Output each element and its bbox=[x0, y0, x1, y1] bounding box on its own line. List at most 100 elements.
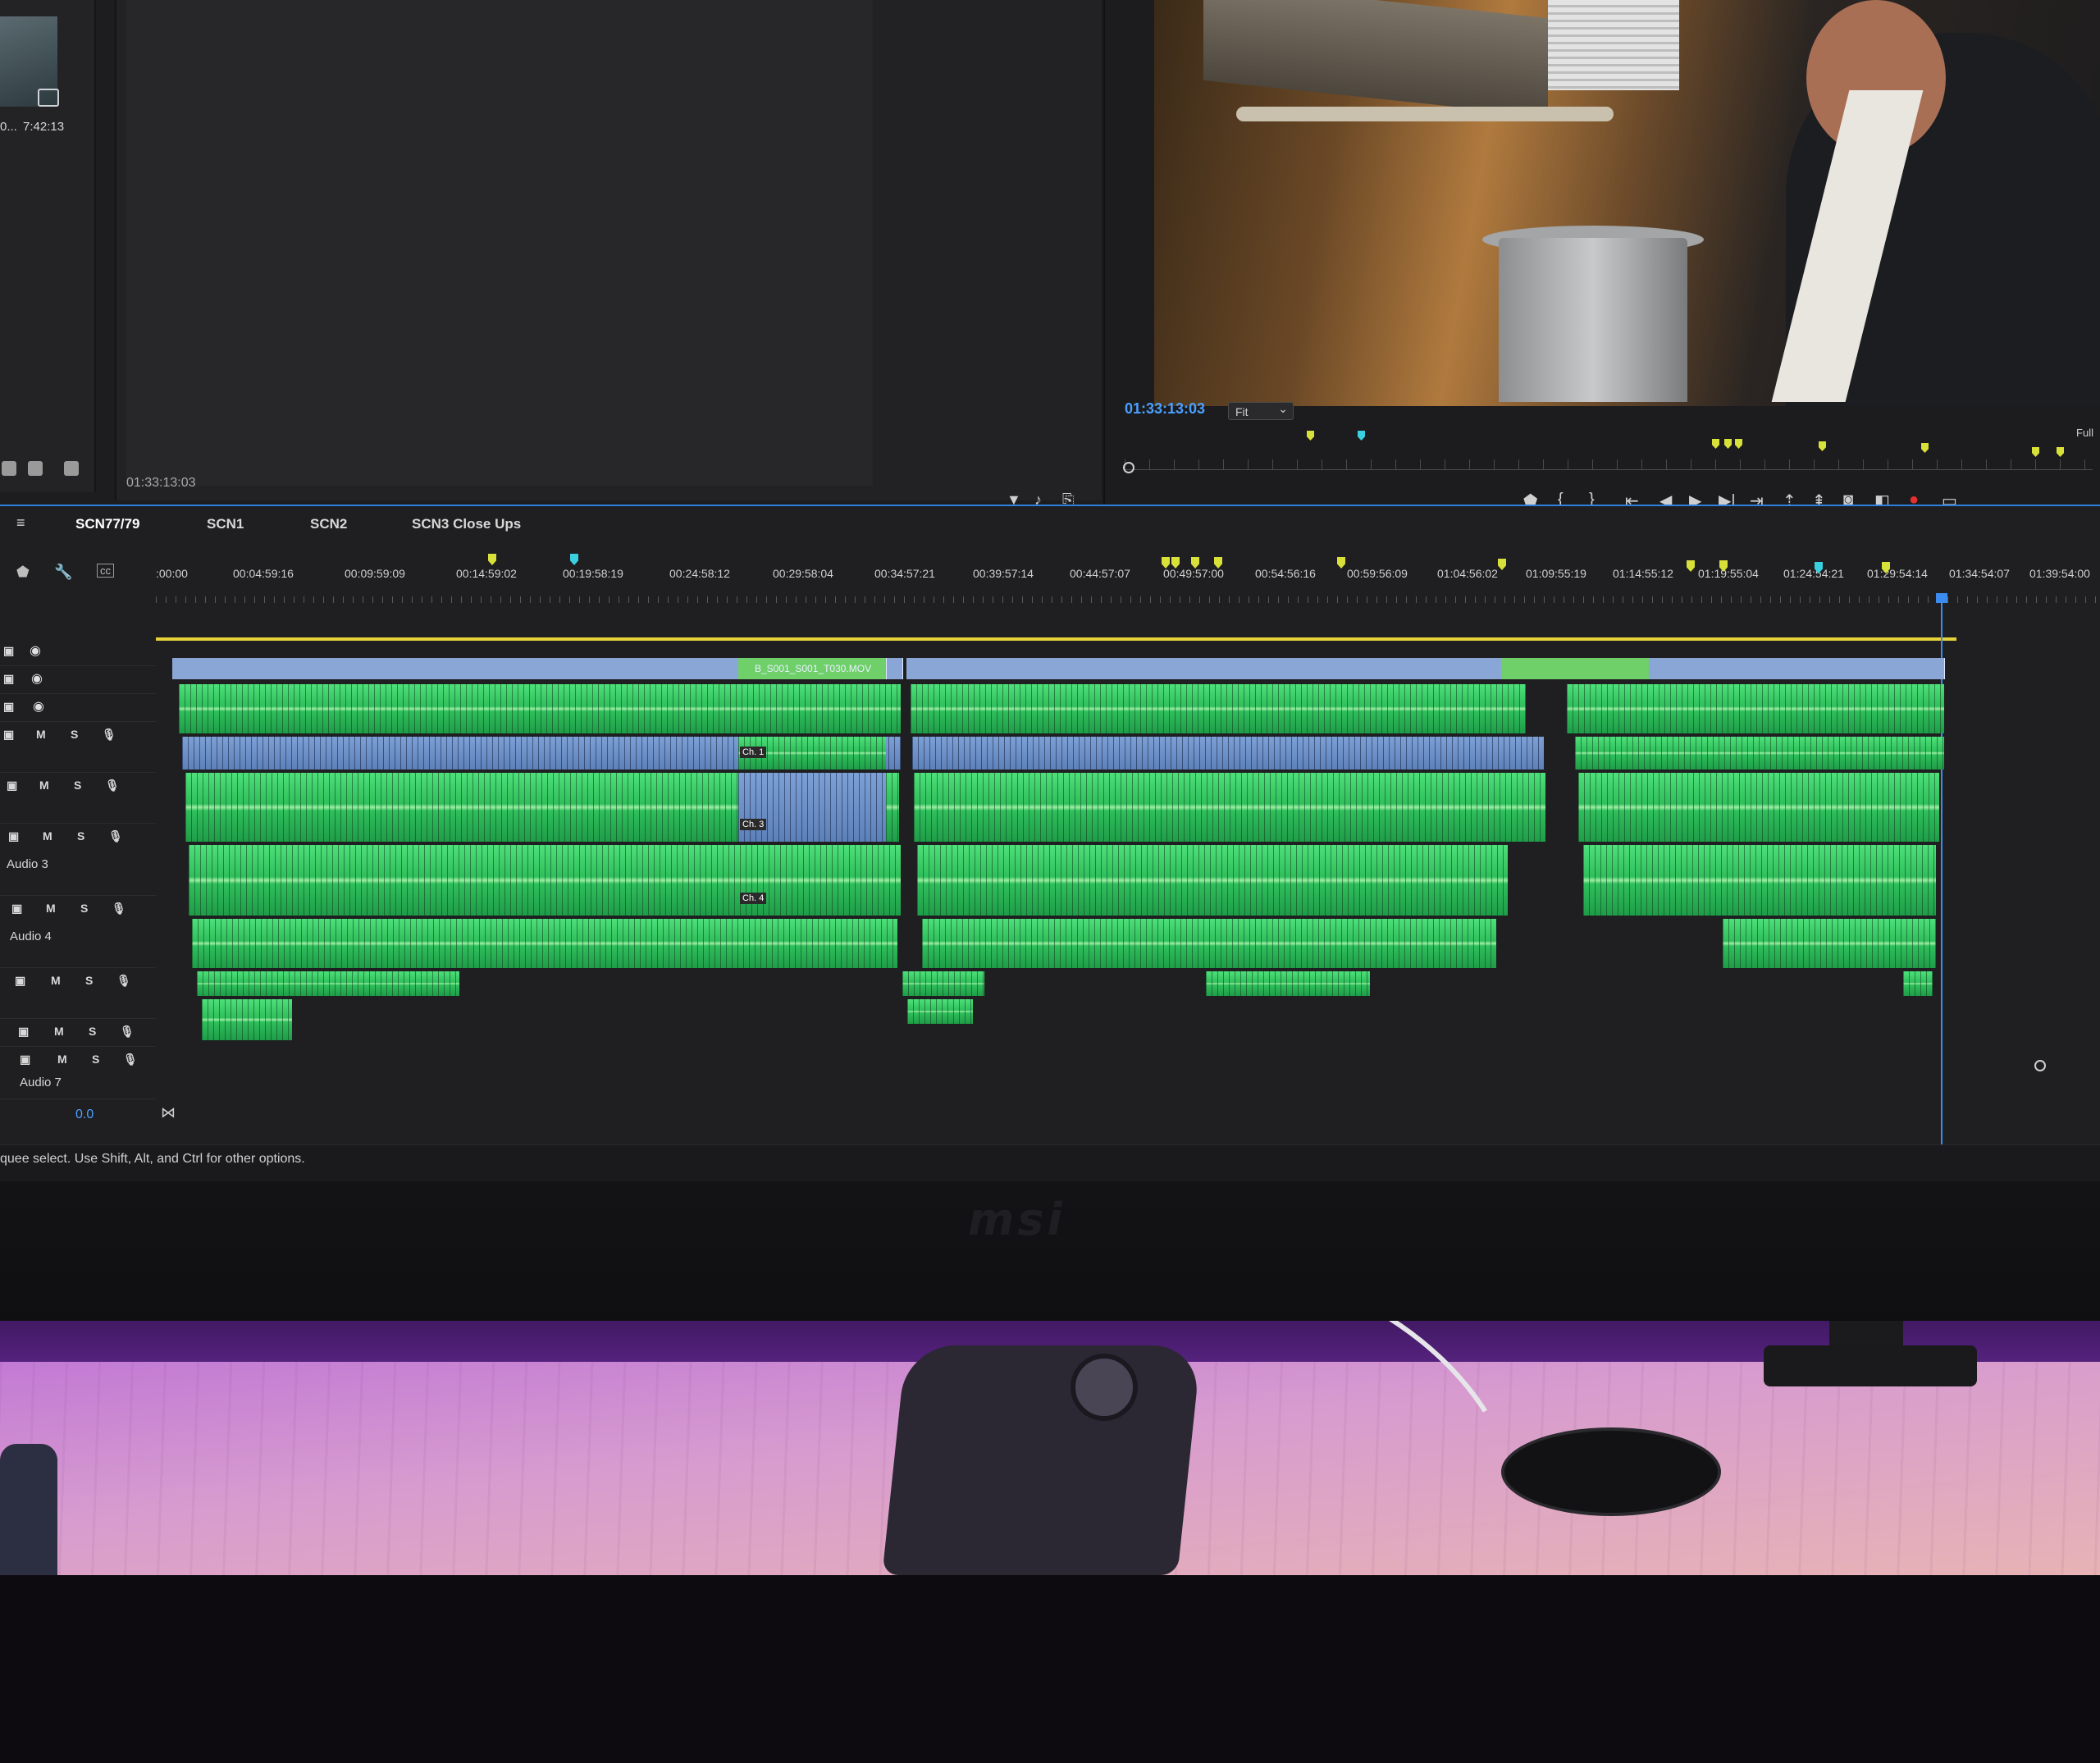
mute-button[interactable]: M bbox=[57, 1053, 67, 1066]
track-name[interactable]: Audio 3 bbox=[7, 857, 48, 871]
mute-button[interactable]: M bbox=[36, 728, 46, 741]
sync-lock-icon[interactable]: ▣ bbox=[18, 1025, 29, 1039]
add-marker-icon[interactable]: ⬟ bbox=[16, 564, 30, 581]
wrench-icon[interactable]: 🔧 bbox=[54, 564, 72, 581]
eye-icon[interactable]: ◉ bbox=[31, 670, 43, 687]
program-timecode[interactable]: 01:33:13:03 bbox=[1125, 400, 1205, 418]
audio-clip[interactable] bbox=[738, 773, 886, 842]
work-area-bar[interactable] bbox=[156, 637, 1956, 641]
audio-clip[interactable] bbox=[917, 845, 1508, 916]
video-clip[interactable] bbox=[906, 658, 1572, 679]
eye-icon[interactable]: ◉ bbox=[30, 642, 41, 659]
solo-button[interactable]: S bbox=[74, 779, 81, 792]
solo-button[interactable]: S bbox=[85, 974, 93, 987]
marker-icon[interactable] bbox=[1337, 557, 1345, 569]
voiceover-icon[interactable]: 🎙 bbox=[120, 1025, 135, 1039]
source-timecode[interactable]: 01:33:13:03 bbox=[126, 476, 196, 491]
tab-scn2[interactable]: SCN2 bbox=[310, 516, 347, 532]
audio-clip[interactable] bbox=[1578, 773, 1939, 842]
solo-button[interactable]: S bbox=[80, 902, 88, 915]
audio-clip[interactable] bbox=[1723, 919, 1936, 968]
tab-scn3-close-ups[interactable]: SCN3 Close Ups bbox=[412, 516, 521, 532]
solo-button[interactable]: S bbox=[71, 728, 78, 741]
marker-icon[interactable] bbox=[2057, 447, 2064, 457]
timeline-ruler[interactable]: :00:00 00:04:59:16 00:09:59:09 00:14:59:… bbox=[156, 546, 2100, 641]
audio-clip[interactable] bbox=[1567, 684, 1944, 733]
marker-icon[interactable] bbox=[1735, 439, 1742, 449]
go-to-end-icon[interactable]: ⋈ bbox=[161, 1104, 176, 1121]
track-name[interactable]: Audio 4 bbox=[10, 929, 52, 943]
sync-lock-icon[interactable]: ▣ bbox=[20, 1053, 30, 1066]
voiceover-icon[interactable]: 🎙 bbox=[123, 1053, 138, 1066]
solo-button[interactable]: S bbox=[89, 1025, 96, 1038]
voiceover-icon[interactable]: 🎙 bbox=[112, 902, 126, 916]
audio-clip[interactable] bbox=[902, 971, 984, 996]
sync-lock-icon[interactable]: ▣ bbox=[11, 902, 22, 916]
audio-clip[interactable] bbox=[912, 737, 1544, 770]
marker-icon[interactable] bbox=[1724, 439, 1732, 449]
sync-lock-icon[interactable]: ▣ bbox=[7, 779, 17, 792]
audio-clip[interactable] bbox=[922, 919, 1496, 968]
voiceover-icon[interactable]: 🎙 bbox=[108, 829, 123, 843]
video-clip[interactable] bbox=[1501, 658, 1650, 679]
marker-icon[interactable] bbox=[1819, 441, 1826, 451]
audio-meter-value[interactable]: 0.0 bbox=[75, 1108, 94, 1122]
sync-lock-icon[interactable]: ▣ bbox=[8, 829, 19, 843]
marker-icon[interactable] bbox=[1307, 431, 1314, 441]
sync-lock-icon[interactable]: ▣ bbox=[3, 728, 14, 742]
sync-lock-icon[interactable]: ▣ bbox=[3, 700, 14, 714]
mute-button[interactable]: M bbox=[39, 779, 49, 792]
audio-clip[interactable] bbox=[1206, 971, 1370, 996]
track-name[interactable]: Audio 7 bbox=[20, 1076, 62, 1089]
captions-icon[interactable]: cc bbox=[97, 564, 114, 578]
solo-button[interactable]: S bbox=[77, 829, 84, 843]
mute-button[interactable]: M bbox=[51, 974, 61, 987]
audio-track-header-audio-7: ▣ M S 🎙 Audio 7 bbox=[0, 1048, 156, 1099]
audio-clip[interactable] bbox=[1583, 845, 1936, 916]
monitor-brand-logo: msi bbox=[968, 1194, 1066, 1245]
eye-icon[interactable]: ◉ bbox=[33, 698, 44, 715]
audio-clip[interactable] bbox=[202, 999, 292, 1040]
solo-button[interactable]: S bbox=[92, 1053, 99, 1066]
mute-button[interactable]: M bbox=[54, 1025, 64, 1038]
program-time-ruler[interactable] bbox=[1125, 459, 2093, 470]
marker-icon[interactable] bbox=[1921, 443, 1929, 453]
video-clip[interactable] bbox=[1649, 658, 1945, 679]
trash-icon[interactable] bbox=[64, 461, 79, 476]
marker-icon[interactable] bbox=[1498, 559, 1506, 570]
audio-clip[interactable] bbox=[907, 999, 973, 1024]
new-bin-icon[interactable] bbox=[2, 461, 16, 476]
zoom-fit-dropdown[interactable]: Fit bbox=[1228, 400, 1294, 420]
audio-clip[interactable] bbox=[189, 845, 901, 916]
marker-icon[interactable] bbox=[1712, 439, 1719, 449]
audio-clip[interactable] bbox=[197, 971, 459, 996]
audio-clip[interactable] bbox=[179, 684, 901, 733]
voiceover-icon[interactable]: 🎙 bbox=[105, 779, 120, 792]
program-playhead-icon[interactable] bbox=[1123, 462, 1134, 473]
program-video-frame[interactable] bbox=[1154, 0, 2100, 406]
source-viewer[interactable] bbox=[126, 0, 873, 486]
marker-icon[interactable] bbox=[570, 554, 578, 565]
audio-clip[interactable] bbox=[192, 919, 897, 968]
zoom-scroll-handle[interactable] bbox=[2034, 1060, 2046, 1071]
audio-clip[interactable] bbox=[1903, 971, 1933, 996]
new-item-icon[interactable] bbox=[28, 461, 43, 476]
marker-icon[interactable] bbox=[488, 554, 496, 565]
marker-icon[interactable] bbox=[1358, 431, 1365, 441]
marker-icon[interactable] bbox=[2032, 447, 2039, 457]
audio-clip[interactable] bbox=[1575, 737, 1944, 770]
voiceover-icon[interactable]: 🎙 bbox=[102, 728, 116, 742]
mute-button[interactable]: M bbox=[43, 829, 52, 843]
tab-scn77-79[interactable]: SCN77/79 bbox=[75, 516, 139, 532]
sync-lock-icon[interactable]: ▣ bbox=[3, 672, 14, 686]
voiceover-icon[interactable]: 🎙 bbox=[116, 974, 131, 988]
panel-menu-icon[interactable]: ≡ bbox=[16, 514, 25, 532]
sync-lock-icon[interactable]: ▣ bbox=[15, 974, 25, 988]
tab-scn1[interactable]: SCN1 bbox=[207, 516, 244, 532]
mute-button[interactable]: M bbox=[46, 902, 56, 915]
audio-clip[interactable] bbox=[911, 684, 1526, 733]
sync-lock-icon[interactable]: ▣ bbox=[3, 644, 14, 658]
audio-clip[interactable] bbox=[914, 773, 1545, 842]
resolution-select[interactable]: Full bbox=[2076, 427, 2093, 439]
marker-icon[interactable] bbox=[1687, 560, 1695, 572]
